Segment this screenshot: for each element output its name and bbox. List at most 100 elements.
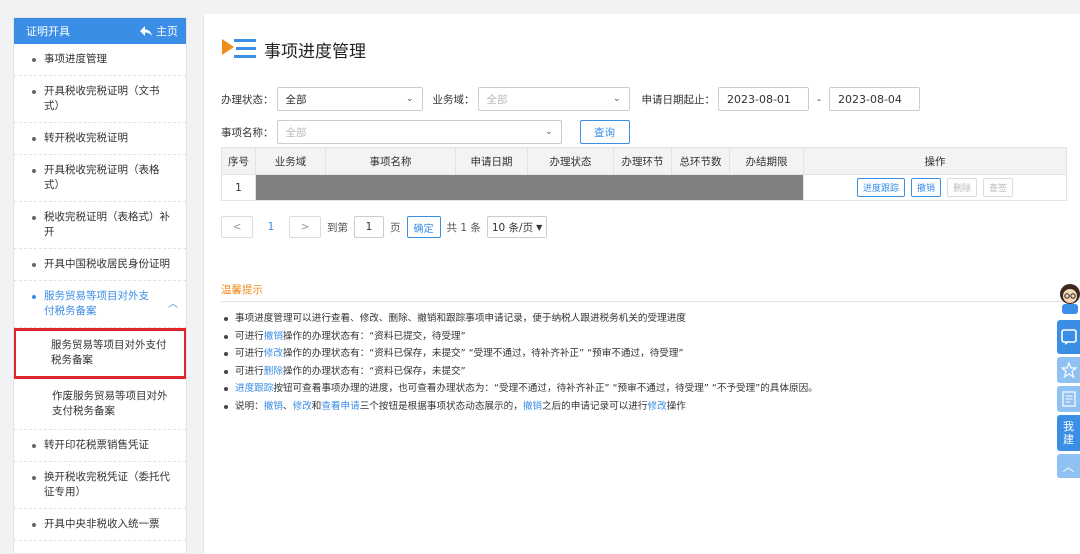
tip-text: 三个按钮是根据事项状态动态展示的，: [359, 400, 523, 412]
document-icon: [1061, 391, 1076, 407]
track-progress-button[interactable]: 进度跟踪: [856, 178, 905, 197]
delete-button[interactable]: 删除: [947, 178, 978, 197]
sidebar-subitem-void-filing[interactable]: 作废服务贸易等项目对外支付税务备案: [14, 379, 186, 430]
back-to-top-button[interactable]: ︿: [1057, 454, 1080, 478]
pagination: < 1 > 到第 1 页 确定 共 1 条 10 条/页 ▼: [221, 216, 548, 238]
tip-item: 进度跟踪按钮可查看事项办理的进度，也可查看办理状态为：“受理不通过，待补齐补正”…: [221, 380, 1071, 398]
tip-text: 操作的办理状态有：“资料已保存，未提交” “受理不通过，待补齐补正” “预审不通…: [282, 348, 684, 359]
sidebar-item-label: 开具中国税收居民身份证明: [44, 258, 170, 270]
col-header: 办理状态: [527, 147, 614, 175]
tip-link-modify: 修改: [263, 348, 283, 359]
sidebar-item-nontax-ticket[interactable]: 开具中央非税收入统一票: [14, 509, 186, 541]
tip-text: 按钮可查看事项办理的进度，也可查看办理状态为：“受理不通过，待补齐补正” “预审…: [273, 383, 818, 394]
caret-down-icon: ▼: [536, 222, 543, 232]
date-label: 申请日期起止：: [641, 93, 716, 106]
chevron-down-icon: ⌄: [405, 94, 414, 104]
sidebar-item-label: 作废服务贸易等项目对外支付税务备案: [52, 390, 168, 417]
tip-text: 可进行: [235, 330, 264, 342]
col-header: 操作: [803, 147, 1067, 175]
sidebar-item-tax-cert-table[interactable]: 开具税收完税证明（表格式）: [14, 155, 186, 202]
next-page-button[interactable]: >: [289, 216, 321, 238]
chevron-up-icon: ︿: [168, 299, 178, 310]
sidebar-item-exchange-voucher[interactable]: 换开税收完税凭证（委托代征专用）: [14, 462, 186, 509]
sidebar-item-label: 开具税收完税证明（文书式）: [44, 85, 160, 112]
revoke-button[interactable]: 撤销: [910, 178, 941, 197]
prev-page-button[interactable]: <: [221, 216, 253, 238]
date-to-input[interactable]: 2023-08-04: [828, 87, 920, 111]
chevron-down-icon: ⌄: [612, 94, 621, 104]
page-title-bar: 事项进度管理: [222, 36, 366, 62]
goto-page-input[interactable]: 1: [354, 216, 384, 238]
date-separator: -: [817, 92, 821, 106]
sidebar-item-service-trade[interactable]: 服务贸易等项目对外支付税务备案 ︿: [14, 281, 186, 328]
tip-link: 查看申请: [321, 400, 360, 412]
col-header: 申请日期: [455, 147, 528, 175]
sidebar-item-label: 服务贸易等项目对外支付税务备案: [51, 339, 167, 366]
sidebar-header: 证明开具 主页: [14, 18, 186, 44]
tips-title: 温馨提示: [221, 284, 263, 296]
tip-link-revoke: 撤销: [263, 330, 283, 342]
status-select[interactable]: 全部 ⌄: [276, 87, 423, 111]
sidebar-item-resident-cert[interactable]: 开具中国税收居民身份证明: [14, 249, 186, 281]
tip-link: 修改: [647, 400, 667, 412]
sidebar-item-tax-cert-reissue[interactable]: 税收完税证明（表格式）补开: [14, 202, 186, 249]
domain-select[interactable]: 全部 ⌄: [477, 87, 630, 111]
home-link[interactable]: 主页: [140, 23, 178, 39]
item-name-select[interactable]: 全部 ⌄: [276, 120, 562, 144]
suggestion-button[interactable]: 我 建: [1057, 415, 1080, 451]
tip-link: 撤销: [522, 400, 542, 412]
sidebar-item-tax-cert-doc[interactable]: 开具税收完税证明（文书式）: [14, 76, 186, 123]
page-unit: 页: [390, 221, 401, 234]
sidebar-item-label: 转开税收完税证明: [44, 132, 128, 144]
tip-item: 说明：撤销、修改和查看申请三个按钮是根据事项状态动态展示的，撤销之后的申请记录可…: [221, 398, 1071, 416]
tip-text: 可进行: [235, 365, 264, 377]
col-header: 办结期限: [729, 147, 804, 175]
col-header: 序号: [221, 147, 256, 175]
tip-item: 可进行删除操作的办理状态有：“资料已保存，未提交”: [221, 363, 1071, 381]
list-title-icon: [222, 39, 256, 58]
tips-list: 事项进度管理可以进行查看、修改、删除、撤销和跟踪事项申请记录，便于纳税人跟进税务…: [221, 310, 1071, 415]
sidebar-item-stamp-tax[interactable]: 转开印花税票销售凭证: [14, 430, 186, 462]
goto-label: 到第: [327, 221, 348, 234]
document-button[interactable]: [1057, 386, 1080, 412]
sidebar-item-progress[interactable]: 事项进度管理: [14, 44, 186, 76]
sidebar-item-transfer-cert[interactable]: 转开税收完税证明: [14, 123, 186, 155]
suggestion-label: 我: [1063, 420, 1074, 433]
chevron-right-icon: >: [300, 221, 310, 233]
status-label: 办理状态：: [221, 93, 274, 106]
table-row: 1 进度跟踪 撤销 删除 查签: [221, 174, 1067, 201]
domain-label: 业务域：: [432, 93, 475, 106]
date-to-value: 2023-08-04: [837, 92, 902, 106]
favorite-button[interactable]: [1057, 357, 1080, 383]
chat-button[interactable]: [1057, 320, 1080, 354]
view-sign-button[interactable]: 查签: [983, 178, 1014, 197]
sidebar-item-label: 开具税收完税证明（表格式）: [44, 164, 160, 191]
date-from-input[interactable]: 2023-08-01: [718, 87, 809, 111]
total-count: 共 1 条: [446, 221, 481, 234]
page-title: 事项进度管理: [264, 41, 366, 62]
tip-text: 、: [282, 400, 293, 412]
sidebar-subitem-service-trade-filing[interactable]: 服务贸易等项目对外支付税务备案: [14, 328, 186, 379]
page-size-select[interactable]: 10 条/页 ▼: [486, 216, 548, 238]
sidebar: 证明开具 主页 事项进度管理 开具税收完税证明（文书式） 转开税收完税证明 开具…: [13, 17, 187, 554]
col-header: 业务域: [255, 147, 326, 175]
current-page[interactable]: 1: [259, 221, 283, 233]
goto-page-value: 1: [365, 221, 373, 233]
sidebar-item-label: 换开税收完税凭证（委托代征专用）: [44, 471, 170, 498]
chevron-up-icon: ︿: [1062, 459, 1075, 474]
col-header: 总环节数: [671, 147, 730, 175]
main-panel: 事项进度管理 办理状态： 全部 ⌄ 业务域： 全部 ⌄ 申请日期起止： 2023…: [203, 14, 1080, 554]
goto-confirm-button[interactable]: 确定: [406, 216, 441, 238]
row-index: 1: [221, 174, 256, 201]
results-table: 序号 业务域 事项名称 申请日期 办理状态 办理环节 总环节数 办结期限 操作 …: [221, 147, 1067, 201]
tip-text: 之后的申请记录可以进行: [542, 400, 648, 412]
tip-link: 修改: [292, 400, 312, 412]
item-name-value: 全部: [285, 126, 307, 139]
star-icon: [1060, 362, 1077, 378]
sidebar-item-label: 转开印花税票销售凭证: [44, 439, 149, 451]
sidebar-item-label: 事项进度管理: [44, 53, 107, 65]
assistant-avatar-icon[interactable]: [1056, 282, 1080, 316]
page-size-value: 10 条/页: [491, 221, 534, 234]
query-button[interactable]: 查询: [579, 120, 630, 144]
tip-item: 可进行修改操作的办理状态有：“资料已保存，未提交” “受理不通过，待补齐补正” …: [221, 345, 1071, 363]
